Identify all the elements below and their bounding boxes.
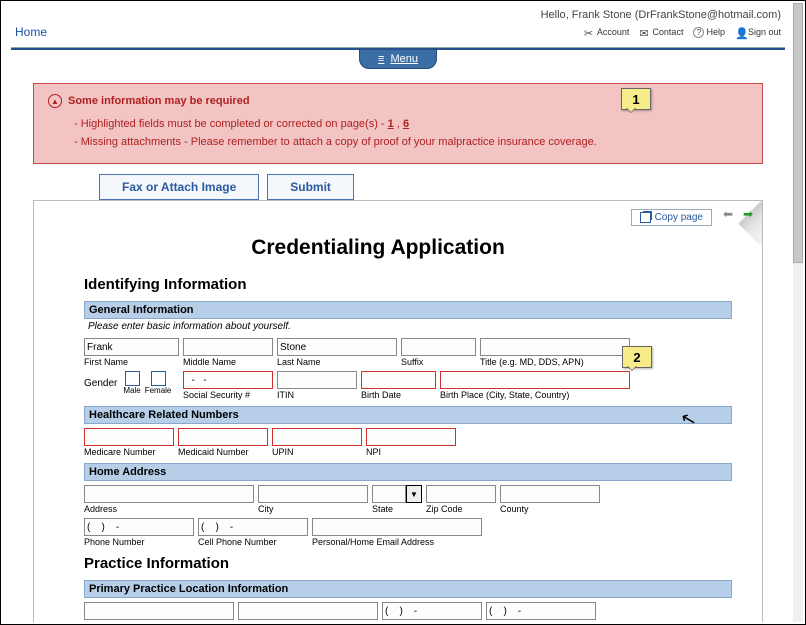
- cell-input[interactable]: [198, 518, 308, 536]
- alert-line1-text: - Highlighted fields must be completed o…: [74, 118, 388, 130]
- scrollbar-thumb[interactable]: [793, 3, 803, 263]
- user-greeting: Hello, Frank Stone (DrFrankStone@hotmail…: [15, 9, 781, 21]
- itin-input[interactable]: [277, 371, 357, 389]
- birth-place-input[interactable]: [440, 371, 630, 389]
- vertical-scrollbar[interactable]: [793, 3, 803, 622]
- state-select[interactable]: [372, 485, 406, 503]
- validation-alert: ▲ Some information may be required - Hig…: [33, 83, 763, 164]
- first-name-input[interactable]: [84, 338, 179, 356]
- account-link[interactable]: ✂Account: [584, 26, 630, 38]
- birth-date-input[interactable]: [361, 371, 436, 389]
- bars-icon: ≡: [378, 53, 384, 65]
- contact-link[interactable]: ✉Contact: [639, 26, 683, 38]
- alert-title: Some information may be required: [68, 95, 250, 107]
- hint-general: Please enter basic information about you…: [84, 319, 732, 334]
- city-input[interactable]: [258, 485, 368, 503]
- form-page: ⬅ ➡ Copy page Credentialing Application …: [33, 200, 763, 622]
- county-input[interactable]: [500, 485, 600, 503]
- alert-line2-text: - Missing attachments - Please remember …: [74, 136, 597, 148]
- callout-1: 1: [621, 88, 651, 110]
- prev-page-button[interactable]: ⬅: [720, 207, 736, 221]
- medicare-input[interactable]: [84, 428, 174, 446]
- band-primary-practice: Primary Practice Location Information: [84, 580, 732, 598]
- middle-name-input[interactable]: [183, 338, 273, 356]
- band-general: General Information: [84, 301, 732, 319]
- menu-button[interactable]: ≡Menu: [359, 50, 437, 69]
- upin-input[interactable]: [272, 428, 362, 446]
- chevron-down-icon[interactable]: ▼: [406, 485, 422, 503]
- office-addr2-input[interactable]: [238, 602, 378, 620]
- person-icon: 👤: [735, 27, 746, 38]
- telephone-input[interactable]: [382, 602, 482, 620]
- email-input[interactable]: [312, 518, 482, 536]
- signout-link[interactable]: 👤Sign out: [735, 26, 781, 38]
- medicaid-input[interactable]: [178, 428, 268, 446]
- band-health: Healthcare Related Numbers: [84, 406, 732, 424]
- male-checkbox[interactable]: [125, 371, 140, 386]
- band-home-address: Home Address: [84, 463, 732, 481]
- gender-label: Gender: [84, 378, 117, 389]
- last-name-input[interactable]: [277, 338, 397, 356]
- envelope-icon: ✉: [639, 27, 650, 38]
- phone-input[interactable]: [84, 518, 194, 536]
- section-identifying: Identifying Information: [84, 276, 762, 293]
- zip-input[interactable]: [426, 485, 496, 503]
- tools-icon: ✂: [584, 27, 595, 38]
- ssn-input[interactable]: [183, 371, 273, 389]
- female-checkbox[interactable]: [151, 371, 166, 386]
- fax-input[interactable]: [486, 602, 596, 620]
- alert-collapse-icon[interactable]: ▲: [48, 94, 62, 108]
- office-addr1-input[interactable]: [84, 602, 234, 620]
- help-link[interactable]: ?Help: [693, 26, 725, 38]
- question-icon: ?: [693, 27, 704, 38]
- npi-input[interactable]: [366, 428, 456, 446]
- home-link[interactable]: Home: [15, 25, 47, 39]
- callout-2: 2: [622, 346, 652, 368]
- submit-button[interactable]: Submit: [267, 174, 354, 200]
- next-page-button[interactable]: ➡: [740, 207, 756, 221]
- alert-page-link-6[interactable]: 6: [403, 118, 409, 130]
- copy-page-button[interactable]: Copy page: [631, 209, 712, 226]
- title-input[interactable]: [480, 338, 630, 356]
- fax-attach-button[interactable]: Fax or Attach Image: [99, 174, 259, 200]
- suffix-input[interactable]: [401, 338, 476, 356]
- section-practice: Practice Information: [84, 555, 732, 572]
- address-input[interactable]: [84, 485, 254, 503]
- page-title: Credentialing Application: [34, 236, 722, 260]
